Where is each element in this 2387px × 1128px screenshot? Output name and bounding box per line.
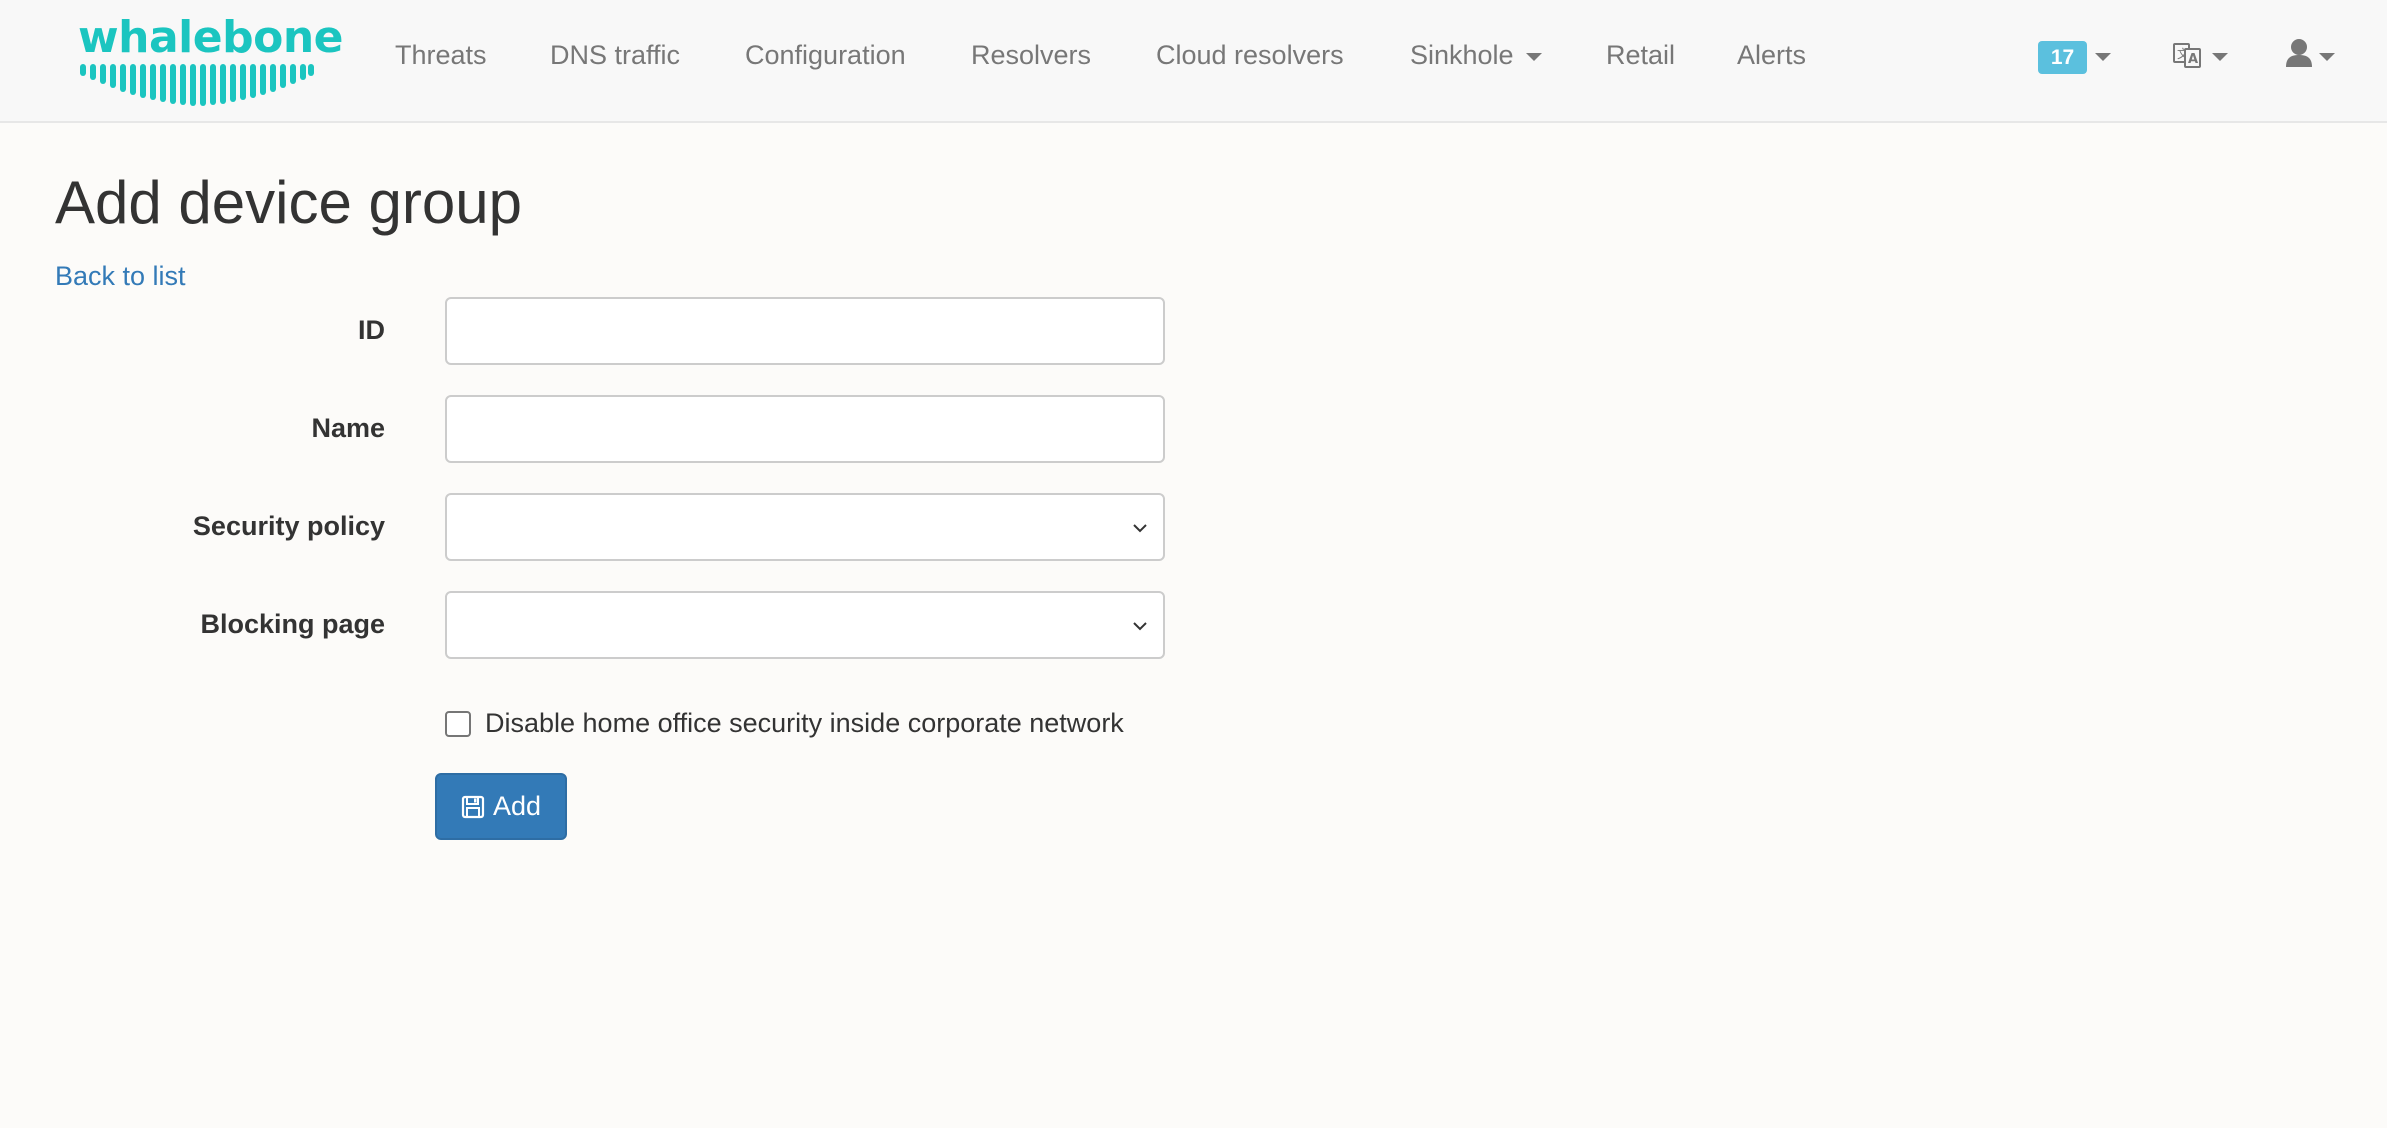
- chevron-down-icon: [1133, 622, 1147, 631]
- language-icon[interactable]: 文 A: [2172, 40, 2202, 70]
- back-to-list-link[interactable]: Back to list: [55, 258, 186, 294]
- nav-item-sinkhole-label: Sinkhole: [1410, 40, 1514, 70]
- nav-item-sinkhole[interactable]: Sinkhole: [1410, 36, 1542, 74]
- id-input[interactable]: [445, 297, 1165, 365]
- chevron-down-icon: [1133, 524, 1147, 533]
- nav-item-alerts[interactable]: Alerts: [1737, 36, 1806, 74]
- add-button-label: Add: [492, 791, 542, 821]
- chevron-down-icon[interactable]: [2212, 53, 2228, 61]
- page-title: Add device group: [55, 169, 522, 236]
- home-office-security-label[interactable]: Disable home office security inside corp…: [485, 704, 1124, 742]
- blocking-page-select[interactable]: [445, 591, 1165, 659]
- nav-item-configuration[interactable]: Configuration: [745, 36, 906, 74]
- notifications-badge[interactable]: 17: [2038, 41, 2087, 74]
- user-icon[interactable]: [2285, 37, 2317, 69]
- nav-item-resolvers[interactable]: Resolvers: [971, 36, 1091, 74]
- top-navbar: whalebone Threats DNS traffic Configurat…: [0, 0, 2387, 123]
- blocking-page-label: Blocking page: [200, 609, 385, 639]
- chevron-down-icon: [1525, 52, 1542, 61]
- security-policy-select[interactable]: [445, 493, 1165, 561]
- name-label: Name: [311, 413, 385, 443]
- nav-item-retail[interactable]: Retail: [1606, 36, 1675, 74]
- security-policy-label: Security policy: [192, 511, 385, 541]
- chevron-down-icon[interactable]: [2095, 53, 2111, 61]
- chevron-down-icon[interactable]: [2319, 53, 2335, 61]
- name-input[interactable]: [445, 395, 1165, 463]
- add-button[interactable]: Add: [435, 773, 567, 840]
- save-icon: [461, 795, 485, 818]
- nav-item-dns-traffic[interactable]: DNS traffic: [550, 36, 680, 74]
- home-office-security-checkbox[interactable]: [445, 711, 471, 737]
- main-nav: Threats DNS traffic Configuration Resolv…: [0, 0, 1900, 110]
- id-label: ID: [358, 315, 385, 345]
- nav-item-cloud-resolvers[interactable]: Cloud resolvers: [1156, 36, 1344, 74]
- nav-item-threats[interactable]: Threats: [395, 36, 487, 74]
- svg-text:A: A: [2188, 52, 2198, 67]
